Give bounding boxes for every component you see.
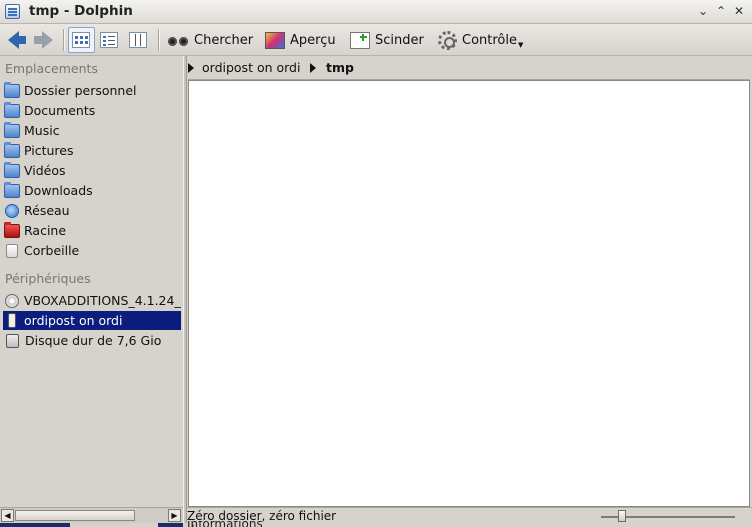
preview-image-icon [265, 31, 285, 49]
music-folder-icon [4, 121, 20, 138]
sidebar-item-label: Vidéos [24, 163, 66, 178]
binoculars-search-icon [167, 32, 189, 48]
maximize-icon[interactable]: ⌃ [712, 2, 730, 20]
hard-disk-icon [6, 333, 19, 348]
breadcrumb-parent[interactable]: ordipost on ordi [202, 60, 300, 75]
network-globe-icon [5, 203, 19, 218]
home-folder-icon [4, 81, 20, 98]
columns-view-icon [129, 32, 147, 48]
search-button[interactable]: Chercher [164, 27, 256, 53]
sidebar-item-label: Réseau [24, 203, 70, 218]
sidebar-item-label: Corbeille [24, 243, 80, 258]
main-toolbar: Chercher Aperçu Scinder Contrôle ▼ [0, 24, 752, 56]
preview-button-label: Aperçu [290, 32, 336, 48]
sidebar-item-ordipost[interactable]: ordipost on ordi [3, 311, 181, 330]
back-button[interactable] [5, 27, 32, 53]
documents-folder-icon [4, 101, 20, 118]
dropdown-caret-icon: ▼ [518, 41, 524, 49]
devices-header: Périphériques [5, 271, 91, 286]
breadcrumb-arrow-icon[interactable] [310, 63, 316, 73]
control-menu-button[interactable]: Contrôle ▼ [435, 27, 526, 53]
icons-view-icon [72, 32, 90, 48]
zoom-slider-thumb[interactable] [618, 510, 626, 522]
sidebar-item-label: Racine [24, 223, 67, 238]
sidebar-item-label: Pictures [24, 143, 74, 158]
panel-splitter[interactable] [183, 56, 187, 523]
details-view-icon [100, 32, 118, 48]
forward-button[interactable] [31, 27, 58, 53]
places-header: Emplacements [5, 61, 98, 76]
split-button-label: Scinder [375, 32, 424, 48]
sidebar-item-root[interactable]: Racine [3, 221, 181, 240]
back-arrow-icon [8, 31, 26, 49]
places-sidebar: Emplacements Dossier personnel Documents… [0, 56, 183, 507]
preview-button[interactable]: Aperçu [262, 27, 339, 53]
breadcrumb: ordipost on ordi tmp [188, 56, 750, 80]
sidebar-item-label: VBOXADDITIONS_4.1.24_8 [24, 293, 181, 308]
sidebar-item-vboxadditions[interactable]: VBOXADDITIONS_4.1.24_8 [3, 291, 181, 310]
sidebar-item-label: Downloads [24, 183, 93, 198]
sidebar-item-label: ordipost on ordi [24, 313, 123, 328]
scroll-left-icon[interactable]: ◀ [1, 509, 14, 522]
root-folder-icon [4, 221, 20, 238]
breadcrumb-arrow-icon[interactable] [188, 63, 194, 73]
sidebar-item-label: Music [24, 123, 60, 138]
sidebar-item-trash[interactable]: Corbeille [3, 241, 181, 260]
sidebar-item-network[interactable]: Réseau [3, 201, 181, 220]
breadcrumb-current[interactable]: tmp [326, 60, 354, 75]
sidebar-item-label: Documents [24, 103, 96, 118]
videos-folder-icon [4, 161, 20, 178]
forward-arrow-icon [34, 31, 53, 49]
minimize-icon[interactable]: ⌄ [694, 2, 712, 20]
usb-drive-icon [8, 313, 16, 328]
split-view-icon [350, 31, 370, 49]
sidebar-item-videos[interactable]: Vidéos [3, 161, 181, 180]
sidebar-item-label: Dossier personnel [24, 83, 137, 98]
dolphin-app-icon [5, 4, 20, 19]
gear-icon [438, 30, 457, 50]
control-button-label: Contrôle [462, 32, 517, 48]
scrollbar-thumb[interactable] [15, 510, 135, 521]
sidebar-item-pictures[interactable]: Pictures [3, 141, 181, 160]
trash-icon [6, 243, 18, 258]
toolbar-separator [63, 29, 64, 51]
pictures-folder-icon [4, 141, 20, 158]
sidebar-item-downloads[interactable]: Downloads [3, 181, 181, 200]
clipped-status-label: Informations diverses [187, 521, 297, 527]
sidebar-item-label: Disque dur de 7,6 Gio [25, 333, 162, 348]
sidebar-item-home[interactable]: Dossier personnel [3, 81, 181, 100]
downloads-folder-icon [4, 181, 20, 198]
sidebar-item-hard-disk[interactable]: Disque dur de 7,6 Gio [3, 331, 181, 350]
bottom-left-panel-edge [0, 523, 183, 527]
close-icon[interactable]: ✕ [730, 2, 748, 20]
icons-view-button[interactable] [68, 27, 95, 53]
toolbar-separator [158, 29, 159, 51]
scroll-right-icon[interactable]: ▶ [168, 509, 181, 522]
window-titlebar: tmp - Dolphin ⌄ ⌃ ✕ [0, 0, 752, 24]
file-view-area[interactable] [188, 80, 750, 507]
columns-view-button[interactable] [126, 27, 153, 53]
sidebar-horizontal-scrollbar[interactable]: ◀ ▶ [0, 507, 183, 523]
sidebar-item-music[interactable]: Music [3, 121, 181, 140]
details-view-button[interactable] [97, 27, 124, 53]
split-button[interactable]: Scinder [347, 27, 427, 53]
sidebar-item-documents[interactable]: Documents [3, 101, 181, 120]
search-button-label: Chercher [194, 32, 254, 48]
optical-disc-icon [5, 293, 19, 308]
window-title: tmp - Dolphin [29, 3, 133, 19]
